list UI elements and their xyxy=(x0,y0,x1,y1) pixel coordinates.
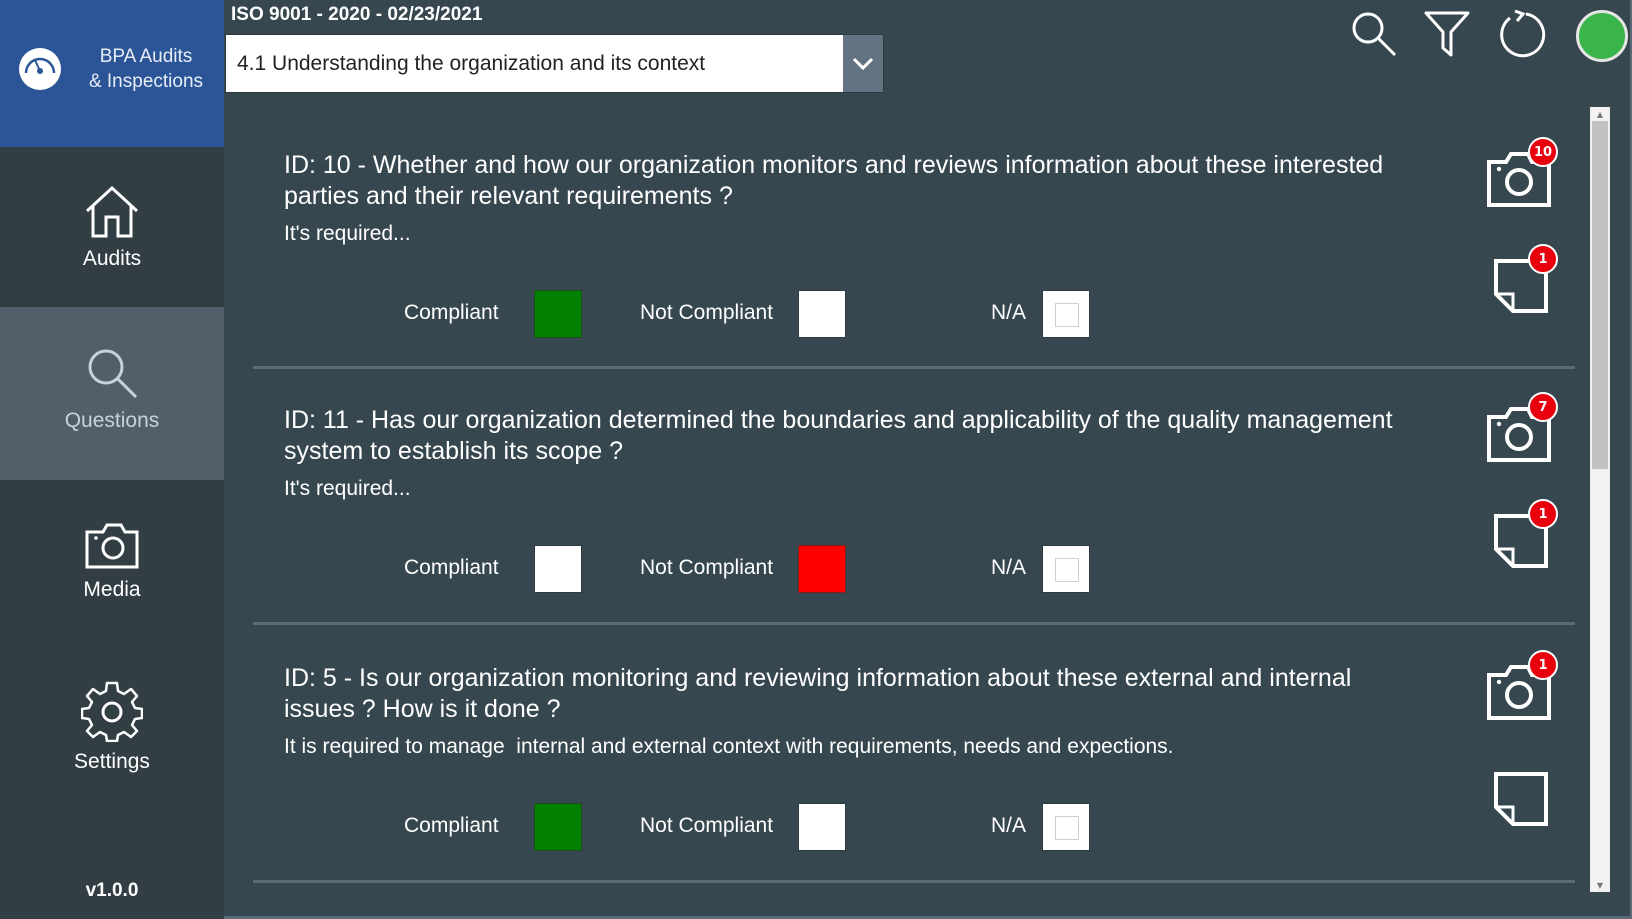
sidebar-item-media[interactable]: Media xyxy=(0,480,224,640)
question-title: ID: 5 - Is our organization monitoring a… xyxy=(284,664,1352,723)
sync-status-indicator[interactable] xyxy=(1576,10,1628,62)
compliant-checkbox[interactable] xyxy=(534,545,582,593)
not-compliant-checkbox[interactable] xyxy=(798,290,846,338)
na-label: N/A xyxy=(991,814,1027,837)
compliant-label: Compliant xyxy=(404,556,499,579)
na-checkbox-inner xyxy=(1055,558,1079,582)
photo-count-badge: 1 xyxy=(1528,650,1558,680)
question-title: ID: 11 - Has our organization determined… xyxy=(284,406,1393,465)
app-version: v1.0.0 xyxy=(85,880,139,901)
scroll-down-arrow[interactable]: ▼ xyxy=(1590,878,1610,892)
not-compliant-label: Not Compliant xyxy=(640,556,774,579)
note-icon xyxy=(1493,259,1549,318)
camera-icon xyxy=(1486,407,1552,467)
note-icon xyxy=(1493,772,1549,831)
na-checkbox[interactable] xyxy=(1042,803,1090,851)
question-divider xyxy=(253,366,1575,369)
na-label: N/A xyxy=(991,556,1027,579)
question-description: It is required to manage internal and ex… xyxy=(284,735,1174,758)
app-name-line2: & Inspections xyxy=(88,71,204,92)
gauge-logo-icon xyxy=(19,48,61,90)
audit-title: ISO 9001 - 2020 - 02/23/2021 xyxy=(231,4,483,25)
na-checkbox[interactable] xyxy=(1042,290,1090,338)
question-divider xyxy=(253,880,1575,883)
dropdown-toggle-button[interactable] xyxy=(843,35,883,92)
scrollbar[interactable]: ▲ ▼ xyxy=(1590,107,1610,892)
sidebar-item-label: Settings xyxy=(74,750,150,773)
add-photo-button[interactable]: 7 xyxy=(1486,392,1558,467)
question-description: It's required... xyxy=(284,222,411,245)
note-count-badge: 1 xyxy=(1528,499,1558,529)
compliant-checkbox[interactable] xyxy=(534,290,582,338)
filter-icon[interactable] xyxy=(1424,10,1470,58)
na-checkbox-inner xyxy=(1055,303,1079,327)
sidebar-item-label: Audits xyxy=(82,247,142,270)
app-name-line1: BPA Audits xyxy=(99,46,193,67)
not-compliant-checkbox[interactable] xyxy=(798,803,846,851)
sidebar-item-audits[interactable]: Audits xyxy=(0,147,224,307)
section-dropdown-value: 4.1 Understanding the organization and i… xyxy=(237,51,706,75)
note-count-badge: 1 xyxy=(1528,244,1558,274)
add-photo-button[interactable]: 10 xyxy=(1486,137,1559,212)
refresh-icon[interactable] xyxy=(1496,8,1548,60)
camera-icon xyxy=(85,523,139,569)
question-divider xyxy=(253,622,1575,625)
not-compliant-checkbox[interactable] xyxy=(798,545,846,593)
home-icon xyxy=(85,185,139,238)
question-description: It's required... xyxy=(284,477,411,500)
na-checkbox[interactable] xyxy=(1042,545,1090,593)
sidebar: BPA Audits & Inspections Audits Question… xyxy=(0,0,224,919)
na-label: N/A xyxy=(991,301,1027,324)
not-compliant-label: Not Compliant xyxy=(640,301,774,324)
add-photo-button[interactable]: 1 xyxy=(1486,650,1558,725)
brand-header: BPA Audits & Inspections xyxy=(0,0,224,147)
compliant-checkbox[interactable] xyxy=(534,803,582,851)
question-title: ID: 10 - Whether and how our organizatio… xyxy=(284,151,1384,210)
scroll-up-arrow[interactable]: ▲ xyxy=(1590,107,1610,121)
sidebar-item-label: Media xyxy=(83,578,141,601)
add-note-button[interactable] xyxy=(1493,771,1549,831)
not-compliant-label: Not Compliant xyxy=(640,814,774,837)
photo-count-badge: 10 xyxy=(1528,137,1559,167)
search-icon[interactable] xyxy=(1350,10,1398,58)
gear-icon xyxy=(81,681,143,742)
sidebar-item-label: Questions xyxy=(64,409,160,432)
photo-count-badge: 7 xyxy=(1528,392,1558,422)
na-checkbox-inner xyxy=(1055,816,1079,840)
app-name: BPA Audits & Inspections xyxy=(76,44,216,94)
compliant-label: Compliant xyxy=(404,814,499,837)
section-dropdown[interactable]: 4.1 Understanding the organization and i… xyxy=(225,34,884,93)
add-note-button[interactable]: 1 xyxy=(1493,499,1558,573)
scroll-thumb[interactable] xyxy=(1592,121,1608,469)
compliant-label: Compliant xyxy=(404,301,499,324)
search-icon xyxy=(88,349,138,399)
camera-icon xyxy=(1486,152,1552,212)
sidebar-item-settings[interactable]: Settings xyxy=(0,660,224,800)
sidebar-item-questions[interactable]: Questions xyxy=(0,307,224,480)
add-note-button[interactable]: 1 xyxy=(1493,244,1558,318)
note-icon xyxy=(1493,514,1549,573)
chevron-down-icon xyxy=(852,57,874,70)
camera-icon xyxy=(1486,665,1552,725)
